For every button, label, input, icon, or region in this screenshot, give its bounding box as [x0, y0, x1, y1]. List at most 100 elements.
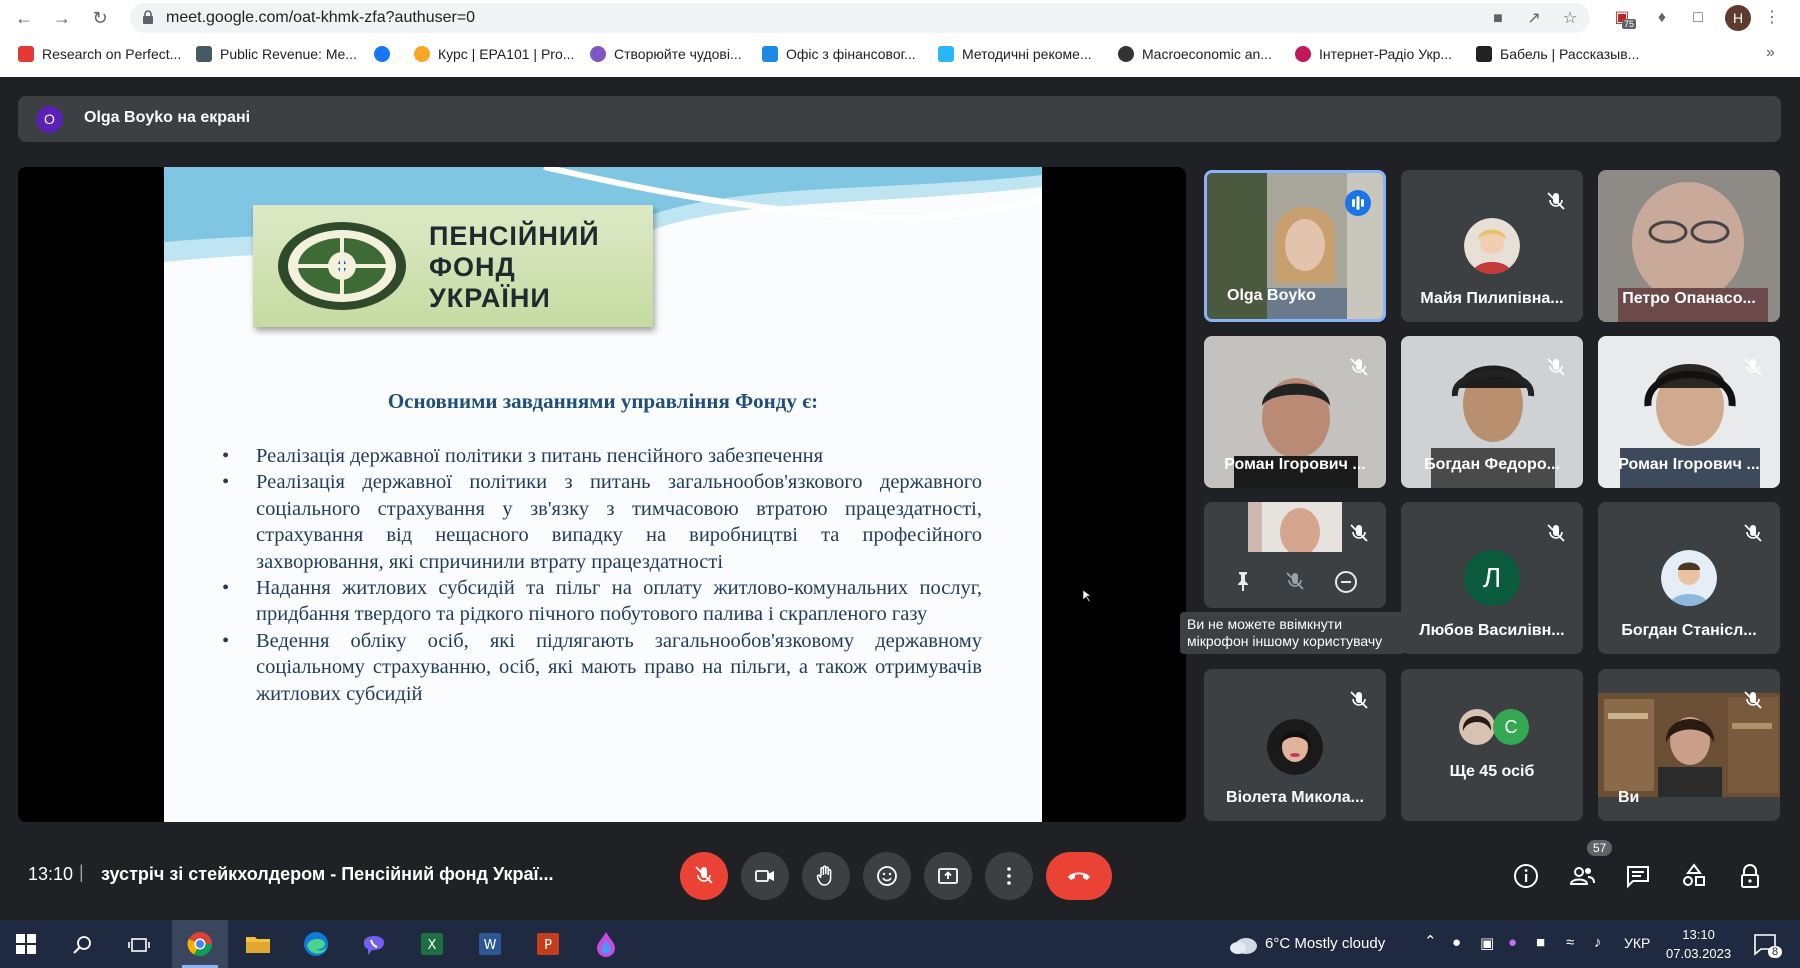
system-clock[interactable]: 13:10 07.03.2023: [1666, 925, 1731, 963]
participant-avatar: [1459, 709, 1495, 745]
tray-expand-icon[interactable]: ⌃: [1424, 932, 1437, 950]
bookmark-item[interactable]: Бабель | Рассказыв...: [1476, 46, 1639, 66]
participant-name: Майя Пилипівна...: [1420, 290, 1564, 307]
participant-tile[interactable]: Богдан Станісл...: [1598, 502, 1780, 654]
weather-cloud-icon[interactable]: [1228, 932, 1260, 956]
participant-tile[interactable]: Л Любов Василівн...: [1401, 502, 1583, 654]
bookmark-item[interactable]: Офіс з фінансовог...: [762, 46, 916, 66]
participant-tile[interactable]: Olga Boyko: [1204, 170, 1386, 322]
bookmark-icon: [590, 46, 606, 62]
bookmark-item[interactable]: Інтернет-Радіо Укр...: [1295, 46, 1452, 66]
facebook-icon: [374, 46, 390, 62]
menu-icon[interactable]: ⋮: [1760, 6, 1784, 30]
logo-text: ПЕНСІЙНИЙ ФОНД УКРАЇНИ: [429, 221, 600, 313]
raise-hand-button[interactable]: [802, 852, 850, 900]
participant-name: Роман Ігорович ...: [1618, 456, 1760, 473]
bookmark-item[interactable]: Створюйте чудові...: [590, 46, 742, 66]
participant-tile[interactable]: Роман Ігорович ...: [1598, 336, 1780, 488]
excel-icon[interactable]: X: [418, 930, 446, 958]
participant-name: Віолета Микола...: [1226, 789, 1364, 806]
star-icon[interactable]: ☆: [1560, 9, 1580, 29]
puzzle-icon[interactable]: ♦: [1650, 6, 1674, 30]
participant-initial-avatar: Л: [1464, 550, 1520, 606]
bookmark-item[interactable]: Macroeconomic an...: [1118, 46, 1272, 66]
participant-tile[interactable]: Петро Опанасо...: [1598, 170, 1780, 322]
more-participants-tile[interactable]: C Ще 45 осіб: [1401, 669, 1583, 821]
paint-drop-icon[interactable]: [592, 930, 620, 958]
url-text: meet.google.com/oat-khmk-zfa?authuser=0: [166, 9, 476, 26]
more-bookmarks-button[interactable]: »: [1766, 44, 1775, 62]
activities-icon[interactable]: [1680, 862, 1708, 890]
file-explorer-icon[interactable]: [244, 930, 272, 958]
chrome-icon[interactable]: [186, 930, 214, 958]
more-participants-label: Ще 45 осіб: [1449, 763, 1535, 780]
participant-tile-hovered[interactable]: [1204, 502, 1386, 608]
slide-heading: Основними завданнями управління Фонду є:: [387, 389, 819, 413]
self-tile[interactable]: Ви: [1598, 669, 1780, 821]
bookmark-icon: [1118, 46, 1134, 62]
reload-icon[interactable]: ↻: [88, 6, 112, 30]
mic-tray-icon[interactable]: ●: [1452, 934, 1461, 951]
camera-icon[interactable]: ■: [1488, 9, 1508, 29]
bookmark-item[interactable]: Research on Perfect...: [18, 46, 181, 66]
mic-off-disabled-icon[interactable]: [1284, 570, 1306, 592]
weather-label[interactable]: 6°C Mostly cloudy: [1265, 935, 1385, 952]
wifi-icon[interactable]: ≈: [1566, 934, 1574, 951]
mic-off-icon: [695, 866, 713, 884]
camera-toggle-button[interactable]: [741, 852, 789, 900]
bookmarks-bar: Research on Perfect... Public Revenue: M…: [0, 40, 1800, 70]
mic-toggle-button[interactable]: [680, 852, 728, 900]
present-screen-button[interactable]: [924, 852, 972, 900]
task-view-icon[interactable]: [128, 934, 150, 956]
search-icon[interactable]: [72, 934, 94, 956]
participant-tile[interactable]: Майя Пилипівна...: [1401, 170, 1583, 322]
profile-avatar[interactable]: H: [1725, 5, 1751, 31]
edge-icon[interactable]: [302, 930, 330, 958]
meeting-title: зустріч зі стейкхолдером - Пенсійний фон…: [101, 864, 554, 884]
bookmark-item[interactable]: Методичні рекоме...: [938, 46, 1092, 66]
mic-off-icon: [1350, 524, 1368, 542]
info-icon[interactable]: [1512, 862, 1540, 890]
leave-call-button[interactable]: [1046, 852, 1112, 900]
mic-off-icon: [1547, 524, 1565, 542]
sidepanel-icon[interactable]: □: [1686, 6, 1710, 30]
slide: ПЕНСІЙНИЙ ФОНД УКРАЇНИ Основними завданн…: [164, 167, 1042, 822]
share-icon[interactable]: ↗: [1524, 9, 1544, 29]
emblem-icon: [278, 222, 406, 310]
back-arrow-icon[interactable]: ←: [12, 6, 36, 30]
participant-avatar: [1267, 719, 1323, 775]
viber-icon[interactable]: [360, 930, 388, 958]
word-icon[interactable]: W: [476, 930, 504, 958]
host-controls-icon[interactable]: [1736, 862, 1764, 890]
participant-tile[interactable]: Віолета Микола...: [1204, 669, 1386, 821]
svg-text:W: W: [484, 938, 497, 953]
notification-count-badge: 8: [1768, 946, 1783, 958]
battery-icon[interactable]: ▣: [1480, 934, 1494, 952]
presentation-stage: ПЕНСІЙНИЙ ФОНД УКРАЇНИ Основними завданн…: [18, 167, 1186, 822]
more-vert-icon: [1007, 867, 1011, 885]
viber-tray-icon[interactable]: ●: [1508, 934, 1517, 951]
forward-arrow-icon[interactable]: →: [50, 6, 74, 30]
security-tray-icon[interactable]: ■: [1536, 934, 1545, 951]
slide-bullet: Надання житлових субсидій та пільг на оп…: [222, 575, 982, 628]
volume-icon[interactable]: ♪: [1594, 934, 1602, 951]
chat-icon[interactable]: [1624, 862, 1652, 890]
powerpoint-icon[interactable]: P: [534, 930, 562, 958]
more-options-button[interactable]: [985, 852, 1033, 900]
mic-off-icon: [1547, 358, 1565, 376]
participant-tile[interactable]: Роман Ігорович ...: [1204, 336, 1386, 488]
participant-name: Любов Василівн...: [1419, 622, 1565, 639]
people-icon[interactable]: [1568, 862, 1596, 890]
windows-start-icon[interactable]: [16, 934, 36, 954]
pension-fund-logo: ПЕНСІЙНИЙ ФОНД УКРАЇНИ: [253, 205, 653, 327]
bookmark-item[interactable]: Курс | EPA101 | Pro...: [414, 46, 574, 66]
pin-icon[interactable]: [1232, 570, 1254, 592]
bookmark-item[interactable]: [374, 46, 398, 66]
bookmark-item[interactable]: Public Revenue: Me...: [196, 46, 357, 66]
participant-tile[interactable]: Богдан Федоро...: [1401, 336, 1583, 488]
input-language[interactable]: УКР: [1624, 935, 1650, 951]
emoji-reaction-button[interactable]: [863, 852, 911, 900]
windows-taskbar: X W P 6°C Mostly cloudy ⌃ ● ▣ ● ■ ≈ ♪ УК…: [0, 920, 1800, 968]
address-bar[interactable]: meet.google.com/oat-khmk-zfa?authuser=0 …: [130, 3, 1590, 33]
remove-icon[interactable]: [1334, 570, 1358, 594]
